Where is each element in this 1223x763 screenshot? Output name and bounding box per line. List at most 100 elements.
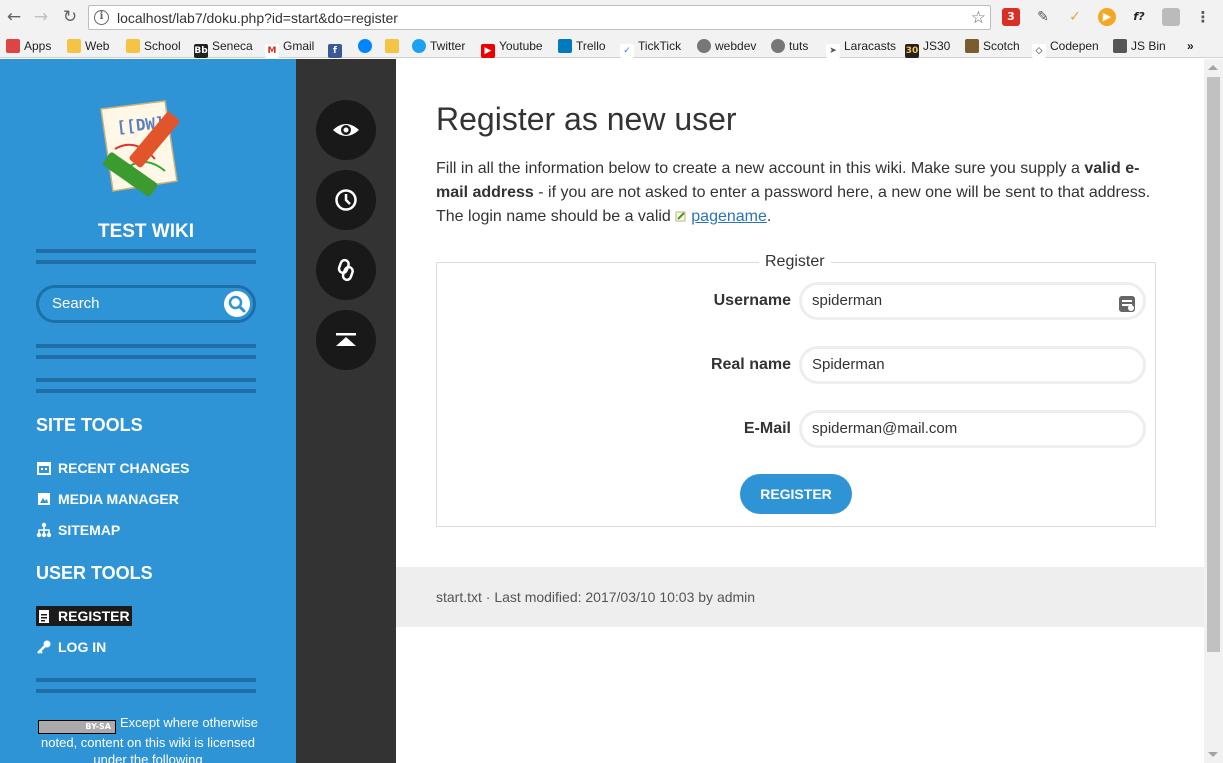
bookmark-web[interactable]: Web	[67, 37, 109, 55]
password-manager-icon[interactable]	[1119, 296, 1135, 312]
bookmark-twitter[interactable]: Twitter	[412, 37, 465, 55]
codepen-icon: ◇	[1032, 44, 1046, 58]
search-button[interactable]	[224, 291, 250, 317]
username-label: Username	[713, 292, 791, 309]
eyedropper-extension-icon[interactable]: ✎	[1034, 8, 1052, 26]
bookmark-label: Seneca	[212, 39, 253, 53]
trello-icon	[558, 39, 572, 53]
reload-icon[interactable]: ↻	[60, 7, 80, 27]
bookmark-webdev[interactable]: webdev	[697, 37, 756, 55]
back-to-top-button[interactable]	[316, 310, 376, 370]
bookmark-label: Laracasts	[844, 39, 897, 53]
bookmark-label: Apps	[24, 39, 52, 53]
reddit-icon	[771, 39, 785, 53]
gmail-icon: M	[265, 44, 279, 58]
search-input[interactable]: Search	[52, 294, 100, 314]
page-title: Register as new user	[436, 101, 737, 137]
folder-icon	[126, 39, 140, 53]
register-link[interactable]: REGISTER	[36, 606, 132, 626]
clock-icon	[335, 189, 357, 211]
font-extension-icon[interactable]: f?	[1128, 8, 1150, 26]
search-box[interactable]: Search	[36, 285, 256, 323]
register-button[interactable]: REGISTER	[740, 474, 852, 514]
bookmark-label: Codepen	[1050, 39, 1099, 53]
scrollbar[interactable]	[1204, 59, 1223, 763]
divider	[36, 344, 256, 359]
ticktick-extension-icon[interactable]: ✓	[1066, 8, 1084, 26]
bookmark-label: JS Bin	[1131, 39, 1166, 53]
realname-field[interactable]: Spiderman	[799, 346, 1146, 384]
bookmark-label: School	[144, 39, 181, 53]
bookmark-jsbin[interactable]: JS Bin	[1113, 37, 1166, 55]
bookmark-label: JS30	[923, 39, 951, 53]
scroll-down-icon[interactable]	[1208, 752, 1218, 757]
realname-label: Real name	[710, 356, 791, 373]
bookmark-codepen[interactable]: ◇ Codepen	[1032, 37, 1099, 58]
blackboard-icon: Bb	[194, 44, 208, 58]
bookmark-youtube[interactable]: ▶ Youtube	[481, 37, 543, 58]
bookmark-laracasts[interactable]: ➤ Laracasts	[826, 37, 897, 58]
intro-text: Fill in all the information below to cre…	[436, 160, 1085, 177]
bookmarks-bar: Apps Web School Bb Seneca M Gmail f Twitte…	[0, 34, 1223, 58]
panel-extension-icon[interactable]	[1162, 8, 1180, 26]
show-page-button[interactable]	[316, 100, 376, 160]
menu-dots-icon[interactable]: ⋮	[1194, 8, 1212, 26]
bookmark-facebook[interactable]: f	[328, 37, 346, 58]
bookmark-js30[interactable]: 30 JS30	[905, 37, 951, 58]
bookmark-ticktick[interactable]: ✓ TickTick	[620, 37, 682, 58]
intro-text: .	[766, 208, 772, 225]
site-tools-heading: SITE TOOLS	[36, 415, 143, 435]
youtube-icon: ▶	[481, 44, 495, 58]
user-tools-heading: USER TOOLS	[36, 563, 153, 583]
login-link[interactable]: LOG IN	[36, 637, 106, 657]
username-field[interactable]: spiderman	[799, 282, 1146, 320]
mail-badge: 3	[1007, 10, 1015, 23]
search-icon	[228, 295, 246, 313]
bookmark-label: Twitter	[430, 39, 466, 53]
bookmark-school[interactable]: School	[126, 37, 181, 55]
email-field[interactable]: spiderman@mail.com	[799, 410, 1146, 448]
back-icon[interactable]: ←	[4, 7, 24, 27]
bookmark-messenger[interactable]	[358, 37, 376, 55]
cc-license-badge[interactable]: BY-SA	[37, 720, 116, 734]
media-manager-link[interactable]: MEDIA MANAGER	[36, 489, 179, 509]
last-modified-info: start.txt · Last modified: 2017/03/10 10…	[436, 589, 756, 605]
bookmark-label: TickTick	[638, 39, 682, 53]
divider	[36, 678, 256, 693]
old-revisions-button[interactable]	[316, 170, 376, 230]
play-extension-icon[interactable]: ▶	[1098, 8, 1116, 26]
eye-icon	[333, 124, 359, 136]
jsbin-icon	[1113, 39, 1127, 53]
bookmark-star-icon[interactable]: ☆	[971, 8, 986, 28]
bookmark-tuts[interactable]: tuts	[771, 37, 808, 55]
bookmark-scotch[interactable]: Scotch	[965, 37, 1020, 55]
backlinks-button[interactable]	[316, 240, 376, 300]
dokuwiki-logo[interactable]: [[DW]]	[95, 99, 199, 199]
bookmark-label: Youtube	[499, 39, 543, 53]
ticktick-icon: ✓	[620, 44, 634, 58]
keep-icon	[385, 39, 399, 53]
bookmark-gmail[interactable]: M Gmail	[265, 37, 314, 58]
mail-extension-icon[interactable]: 3	[1002, 8, 1020, 26]
bookmark-trello[interactable]: Trello	[558, 37, 606, 55]
scroll-thumb[interactable]	[1207, 77, 1220, 652]
wiki-title[interactable]: TEST WIKI	[36, 219, 256, 245]
divider	[36, 378, 256, 393]
page-footer: start.txt · Last modified: 2017/03/10 10…	[396, 567, 1204, 627]
more-bookmarks-icon[interactable]: »	[1187, 37, 1194, 55]
link-icon	[337, 258, 354, 282]
recent-changes-link[interactable]: RECENT CHANGES	[36, 458, 189, 478]
messenger-icon	[358, 39, 372, 53]
bookmark-keep[interactable]	[385, 37, 403, 55]
sitemap-link[interactable]: SITEMAP	[36, 520, 120, 540]
license-notice: BY-SA Except where otherwise noted, conte…	[28, 714, 268, 763]
info-icon[interactable]: i	[94, 10, 109, 25]
scroll-up-icon[interactable]	[1208, 65, 1218, 70]
sidebar: [[DW]] TEST WIKI Search SITE TOOLS RECEN…	[0, 59, 296, 763]
address-bar[interactable]: i localhost/lab7/doku.php?id=start&do=re…	[88, 5, 991, 30]
bookmark-apps[interactable]: Apps	[6, 37, 51, 55]
bookmark-seneca[interactable]: Bb Seneca	[194, 37, 253, 58]
tool-label: SITEMAP	[58, 522, 121, 538]
pagename-link[interactable]: pagename	[691, 208, 767, 225]
forward-icon[interactable]: →	[31, 7, 51, 27]
